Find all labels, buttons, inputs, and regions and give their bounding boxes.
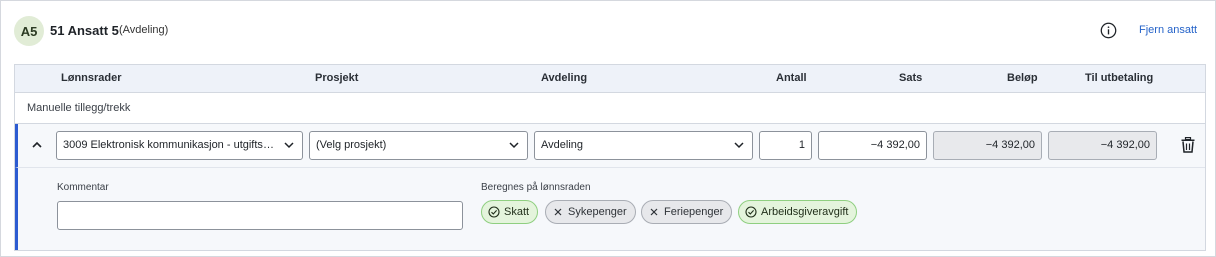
- wage-type-select[interactable]: 3009 Elektronisk kommunikasjon - utgifts…: [56, 131, 303, 160]
- check-circle-icon: [745, 206, 757, 218]
- remove-employee-link[interactable]: Fjern ansatt: [1139, 24, 1197, 36]
- employee-department: (Avdeling): [119, 24, 169, 36]
- chip-sykepenger[interactable]: Sykepenger: [545, 200, 636, 224]
- employee-name: 51 Ansatt 5: [50, 23, 119, 38]
- department-select[interactable]: Avdeling: [534, 131, 753, 160]
- employee-card: A5 51 Ansatt 5 (Avdeling) Fjern ansatt L…: [0, 0, 1216, 257]
- column-header-wage-lines: Lønnsrader: [61, 72, 122, 84]
- comment-input[interactable]: [57, 201, 463, 230]
- amount-value: −4 392,00: [933, 131, 1042, 160]
- chip-label: Arbeidsgiveravgift: [761, 206, 849, 218]
- chevron-down-icon: [734, 142, 744, 149]
- close-icon: [554, 208, 562, 216]
- rate-input[interactable]: −4 392,00: [818, 131, 927, 160]
- column-header-amount: Beløp: [1007, 72, 1038, 84]
- info-icon[interactable]: [1100, 22, 1117, 39]
- check-circle-icon: [488, 206, 500, 218]
- chevron-down-icon: [509, 142, 519, 149]
- chip-skatt[interactable]: Skatt: [481, 200, 539, 224]
- column-header-project: Prosjekt: [315, 72, 359, 84]
- project-value: (Velg prosjekt): [316, 139, 387, 151]
- column-header-department: Avdeling: [541, 72, 588, 84]
- column-header-quantity: Antall: [776, 72, 807, 84]
- wage-type-value: 3009 Elektronisk kommunikasjon - utgifts…: [63, 139, 303, 151]
- chip-feriepenger[interactable]: Feriepenger: [641, 200, 733, 224]
- project-select[interactable]: (Velg prosjekt): [309, 131, 528, 160]
- table-row: 3009 Elektronisk kommunikasjon - utgifts…: [15, 124, 1205, 168]
- chip-arbeidsgiveravgift[interactable]: Arbeidsgiveravgift: [738, 200, 858, 224]
- chevron-up-icon[interactable]: [31, 139, 43, 151]
- calc-label: Beregnes på lønnsraden: [481, 182, 591, 193]
- table-header: Lønnsrader Prosjekt Avdeling Antall Sats…: [15, 65, 1205, 93]
- trash-icon[interactable]: [1181, 137, 1195, 153]
- close-icon: [650, 208, 658, 216]
- column-header-payout: Til utbetaling: [1085, 72, 1154, 84]
- row-detail: Kommentar Beregnes på lønnsraden Skatt S…: [15, 168, 1205, 250]
- avatar: A5: [14, 16, 44, 46]
- chip-label: Skatt: [504, 206, 530, 218]
- column-header-rate: Sats: [899, 72, 923, 84]
- wage-lines-table: Lønnsrader Prosjekt Avdeling Antall Sats…: [14, 64, 1206, 251]
- chip-label: Feriepenger: [664, 206, 724, 218]
- section-label: Manuelle tillegg/trekk: [27, 102, 131, 114]
- chip-label: Sykepenger: [568, 206, 627, 218]
- section-row: Manuelle tillegg/trekk: [15, 93, 1205, 124]
- comment-label: Kommentar: [57, 182, 109, 193]
- quantity-input[interactable]: 1: [759, 131, 812, 160]
- department-value: Avdeling: [541, 139, 583, 151]
- payout-value: −4 392,00: [1048, 131, 1157, 160]
- chevron-down-icon: [284, 142, 294, 149]
